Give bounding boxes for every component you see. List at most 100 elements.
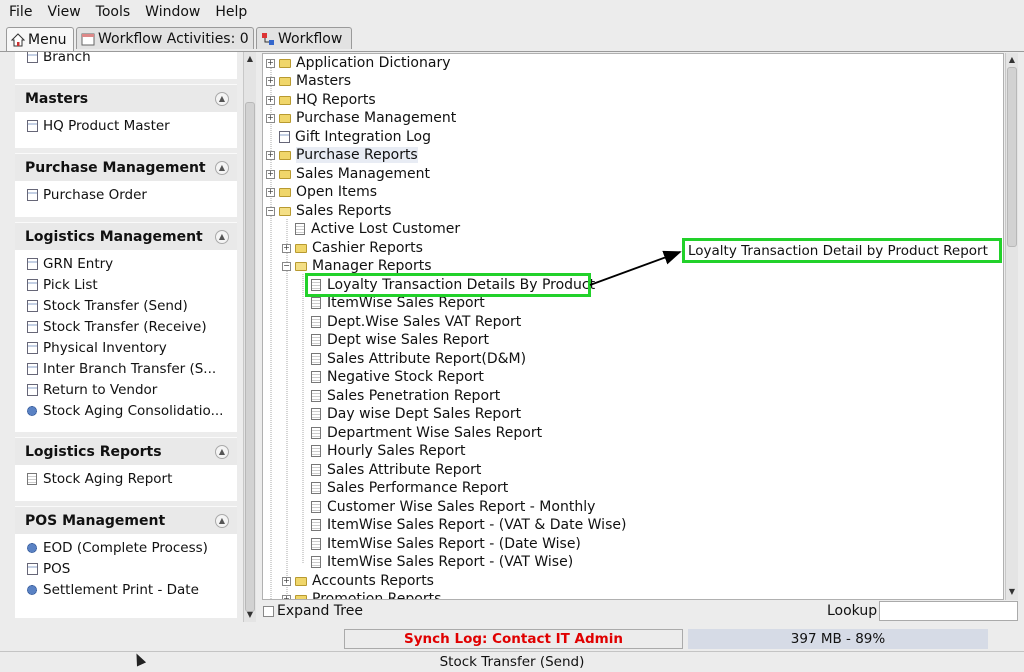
- tree-node-hq-reports[interactable]: + HQ Reports: [266, 91, 376, 109]
- menu-item-pick-list[interactable]: Pick List: [27, 277, 233, 293]
- collapse-icon[interactable]: −: [282, 261, 291, 271]
- tree-node-itemwise-date[interactable]: ItemWise Sales Report - (Date Wise): [311, 535, 581, 553]
- folder-icon: [295, 243, 307, 253]
- menu-item-return-to-vendor[interactable]: Return to Vendor: [27, 382, 233, 398]
- collapse-up-icon[interactable]: ▲: [215, 514, 229, 528]
- menu-item-branch[interactable]: Branch: [27, 52, 233, 65]
- menu-item-purchase-order[interactable]: Purchase Order: [27, 187, 233, 203]
- scroll-up-icon[interactable]: ▲: [245, 54, 255, 64]
- menu-item-inter-branch-transfer[interactable]: Inter Branch Transfer (S...: [27, 361, 233, 377]
- expand-icon[interactable]: +: [282, 243, 291, 253]
- tree-node-sales-reports[interactable]: − Sales Reports: [266, 202, 391, 220]
- collapse-icon[interactable]: −: [266, 206, 275, 216]
- expand-icon[interactable]: +: [266, 58, 275, 68]
- tab-workflow-activities[interactable]: Workflow Activities: 0: [76, 27, 254, 49]
- home-icon: [10, 32, 26, 47]
- menu-help[interactable]: Help: [215, 4, 247, 20]
- menu-view[interactable]: View: [47, 4, 80, 20]
- left-menu-panel: Branch Masters ▲ HQ Product Master Purch…: [0, 52, 258, 622]
- tree-node-dept-wise-sales[interactable]: Dept wise Sales Report: [311, 331, 489, 349]
- report-page-icon: [311, 297, 321, 309]
- collapse-up-icon[interactable]: ▲: [215, 161, 229, 175]
- report-page-icon: [311, 390, 321, 402]
- tree-node-accounts-reports[interactable]: + Accounts Reports: [282, 572, 434, 590]
- tree-node-day-wise-dept-sales[interactable]: Day wise Dept Sales Report: [311, 405, 521, 423]
- expand-icon[interactable]: +: [266, 76, 275, 86]
- tree-node-sales-penetration[interactable]: Sales Penetration Report: [311, 387, 500, 405]
- tree-node-purchase-management[interactable]: + Purchase Management: [266, 109, 456, 127]
- group-title-logistics-reports[interactable]: Logistics Reports ▲: [15, 437, 237, 465]
- tree-node-gift-integration-log[interactable]: Gift Integration Log: [279, 128, 431, 146]
- tree-node-dept-wise-sales-vat[interactable]: Dept.Wise Sales VAT Report: [311, 313, 521, 331]
- scroll-down-icon[interactable]: ▼: [245, 610, 255, 620]
- tree-scrollbar[interactable]: ▲ ▼: [1005, 53, 1018, 600]
- document-icon: [27, 52, 38, 63]
- document-icon: [27, 384, 38, 396]
- group-body-partial: Branch: [15, 52, 237, 79]
- expand-icon[interactable]: +: [266, 150, 275, 160]
- left-scrollbar[interactable]: ▲ ▼: [243, 52, 256, 622]
- menu-item-pos[interactable]: POS: [27, 561, 233, 577]
- group-title-logistics-management[interactable]: Logistics Management ▲: [15, 222, 237, 250]
- menu-item-stock-aging-report[interactable]: Stock Aging Report: [27, 471, 233, 487]
- left-menu-content: Branch Masters ▲ HQ Product Master Purch…: [15, 52, 241, 622]
- expand-tree-checkbox[interactable]: [263, 606, 274, 617]
- group-title-masters[interactable]: Masters ▲: [15, 84, 237, 112]
- menu-item-stock-transfer-send[interactable]: Stock Transfer (Send): [27, 298, 233, 314]
- menu-item-grn-entry[interactable]: GRN Entry: [27, 256, 233, 272]
- tree-node-itemwise-vat-date[interactable]: ItemWise Sales Report - (VAT & Date Wise…: [311, 516, 626, 534]
- menu-tools[interactable]: Tools: [96, 4, 131, 20]
- scroll-down-icon[interactable]: ▼: [1007, 587, 1017, 597]
- tree-node-itemwise-vat[interactable]: ItemWise Sales Report - (VAT Wise): [311, 553, 573, 571]
- tree-scrollbar-thumb[interactable]: [1007, 67, 1017, 247]
- expand-icon[interactable]: +: [266, 169, 275, 179]
- report-tree-panel: + Application Dictionary + Masters + HQ Rep…: [262, 53, 1004, 600]
- folder-icon: [279, 187, 291, 197]
- expand-icon[interactable]: +: [282, 594, 291, 599]
- tree-node-customer-wise-monthly[interactable]: Customer Wise Sales Report - Monthly: [311, 498, 595, 516]
- menu-item-eod[interactable]: EOD (Complete Process): [27, 540, 233, 556]
- tree-node-purchase-reports[interactable]: + Purchase Reports: [266, 146, 418, 164]
- group-title-pos-management[interactable]: POS Management ▲: [15, 506, 237, 534]
- tree-node-masters[interactable]: + Masters: [266, 72, 351, 90]
- menu-item-hq-product-master[interactable]: HQ Product Master: [27, 118, 233, 134]
- folder-icon: [279, 58, 291, 68]
- menu-item-stock-transfer-receive[interactable]: Stock Transfer (Receive): [27, 319, 233, 335]
- tree-node-cashier-reports[interactable]: + Cashier Reports: [282, 239, 423, 257]
- tree-node-sales-performance[interactable]: Sales Performance Report: [311, 479, 508, 497]
- tree-node-active-lost-customer[interactable]: Active Lost Customer: [295, 220, 460, 238]
- tree-node-open-items[interactable]: + Open Items: [266, 183, 377, 201]
- menu-item-settlement-print-date[interactable]: Settlement Print - Date: [27, 582, 233, 598]
- tree-node-promotion-reports[interactable]: + Promotion Reports: [282, 590, 441, 599]
- tree-node-application-dictionary[interactable]: + Application Dictionary: [266, 54, 450, 72]
- menu-window[interactable]: Window: [145, 4, 200, 20]
- scroll-up-icon[interactable]: ▲: [1007, 55, 1017, 65]
- tab-workflow[interactable]: Workflow: [256, 27, 352, 49]
- tree-node-hourly-sales[interactable]: Hourly Sales Report: [311, 442, 465, 460]
- group-title-purchase-management[interactable]: Purchase Management ▲: [15, 153, 237, 181]
- lookup-input[interactable]: [879, 601, 1018, 621]
- synch-log-status[interactable]: Synch Log: Contact IT Admin: [344, 629, 683, 649]
- tree-node-negative-stock[interactable]: Negative Stock Report: [311, 368, 484, 386]
- collapse-up-icon[interactable]: ▲: [215, 445, 229, 459]
- collapse-up-icon[interactable]: ▲: [215, 92, 229, 106]
- tab-menu[interactable]: Menu: [6, 27, 74, 51]
- menu-file[interactable]: File: [9, 4, 32, 20]
- expand-icon[interactable]: +: [266, 187, 275, 197]
- tree-node-sales-attribute-dm[interactable]: Sales Attribute Report(D&M): [311, 350, 526, 368]
- group-body-purchase-management: Purchase Order: [15, 181, 237, 217]
- tree-node-department-wise-sales[interactable]: Department Wise Sales Report: [311, 424, 542, 442]
- menu-item-physical-inventory[interactable]: Physical Inventory: [27, 340, 233, 356]
- document-icon: [27, 563, 38, 575]
- document-icon: [27, 363, 38, 375]
- expand-icon[interactable]: +: [282, 576, 291, 586]
- expand-icon[interactable]: +: [266, 95, 275, 105]
- expand-icon[interactable]: +: [266, 113, 275, 123]
- left-scrollbar-thumb[interactable]: [245, 102, 255, 612]
- callout-label: Loyalty Transaction Detail by Product Re…: [682, 238, 1002, 263]
- report-page-icon: [311, 445, 321, 457]
- tree-node-sales-attribute[interactable]: Sales Attribute Report: [311, 461, 481, 479]
- tree-node-sales-management[interactable]: + Sales Management: [266, 165, 430, 183]
- menu-item-stock-aging-consolidation[interactable]: Stock Aging Consolidatio...: [27, 403, 233, 419]
- collapse-up-icon[interactable]: ▲: [215, 230, 229, 244]
